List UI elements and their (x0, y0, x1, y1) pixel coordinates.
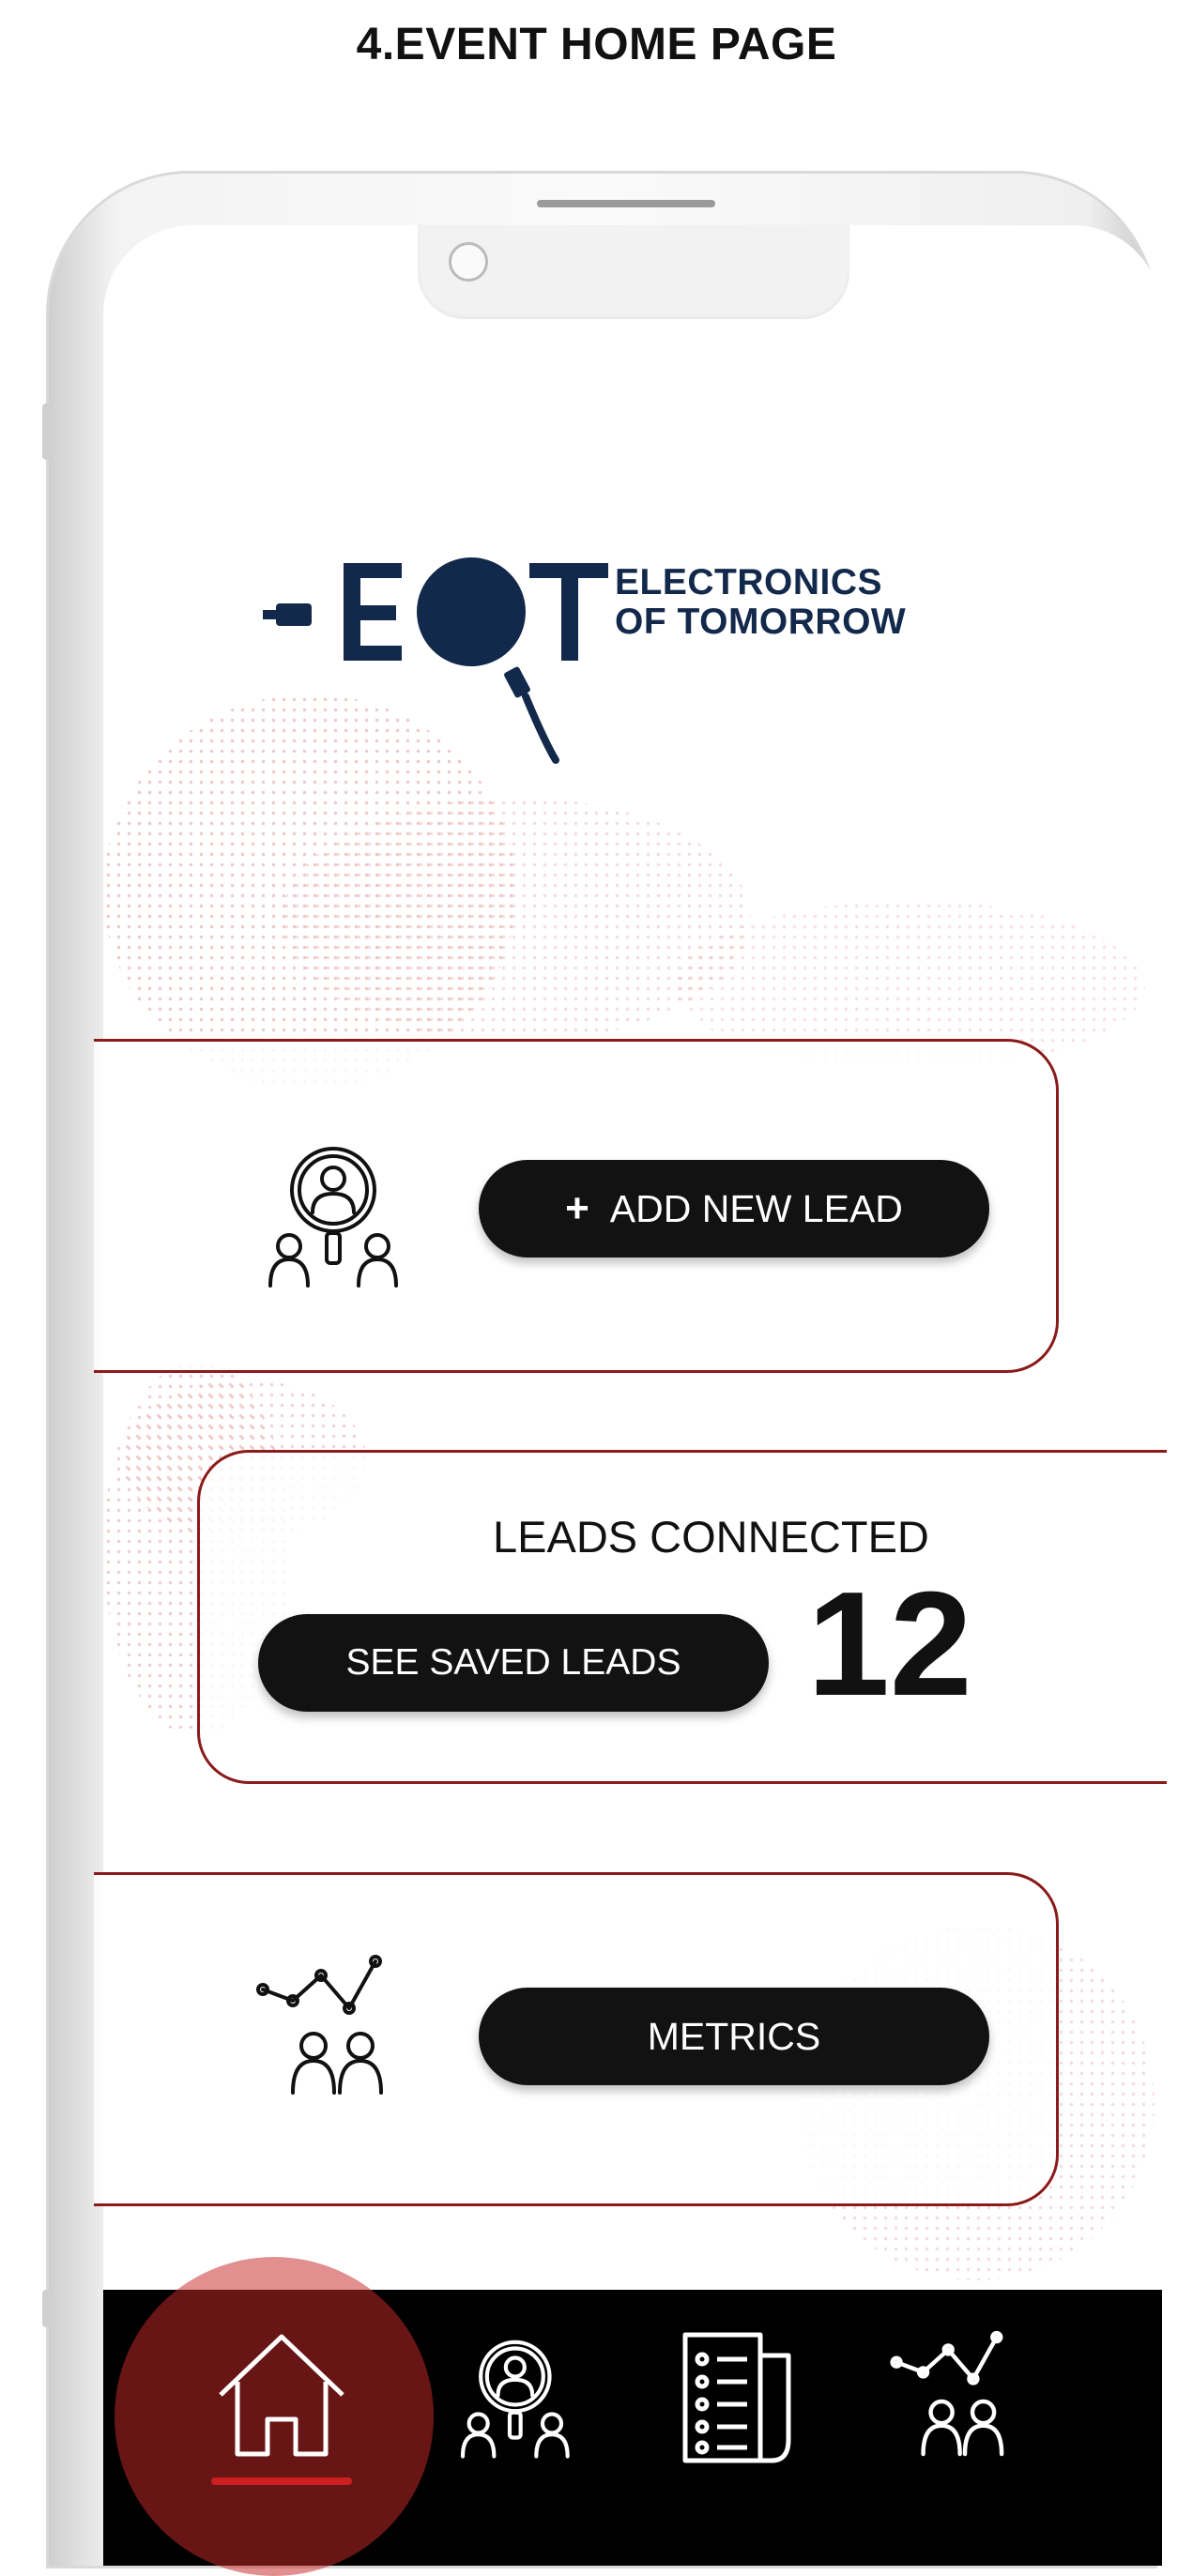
add-new-lead-button[interactable]: + ADD NEW LEAD (479, 1160, 989, 1258)
plus-icon: + (565, 1185, 589, 1231)
nav-metrics-button[interactable] (890, 2327, 1040, 2468)
leads-connected-label: LEADS CONNECTED (493, 1512, 929, 1562)
metrics-label: METRICS (647, 2014, 821, 2058)
home-icon (219, 2334, 344, 2457)
lead-search-icon (460, 2340, 570, 2459)
front-camera (449, 242, 488, 282)
metrics-people-icon (890, 2330, 1004, 2457)
nav-saved-leads-button[interactable] (678, 2327, 800, 2468)
nav-home-button[interactable] (211, 2327, 352, 2468)
see-saved-leads-label: SEE SAVED LEADS (345, 1642, 681, 1683)
lead-search-icon (268, 1147, 398, 1288)
leads-connected-count: 12 (807, 1562, 972, 1727)
add-new-lead-label: ADD NEW LEAD (609, 1186, 903, 1230)
metrics-people-icon (256, 1955, 383, 2095)
phone-speaker (537, 200, 715, 207)
logo-line-2: OF TOMORROW (615, 602, 907, 642)
metrics-button[interactable]: METRICS (479, 1988, 989, 2085)
active-tab-indicator (211, 2477, 352, 2485)
phone-side-button (42, 2290, 52, 2327)
see-saved-leads-button[interactable]: SEE SAVED LEADS (258, 1614, 769, 1712)
logo-wordmark: ELECTRONICS OF TOMORROW (615, 563, 906, 642)
list-document-icon (682, 2332, 791, 2463)
phone-side-button (42, 404, 52, 460)
logo-line-1: ELECTRONICS (615, 562, 883, 602)
background-dot-pattern (282, 798, 751, 1042)
page-title: 4.EVENT HOME PAGE (356, 20, 837, 69)
nav-add-lead-button[interactable] (449, 2323, 589, 2473)
